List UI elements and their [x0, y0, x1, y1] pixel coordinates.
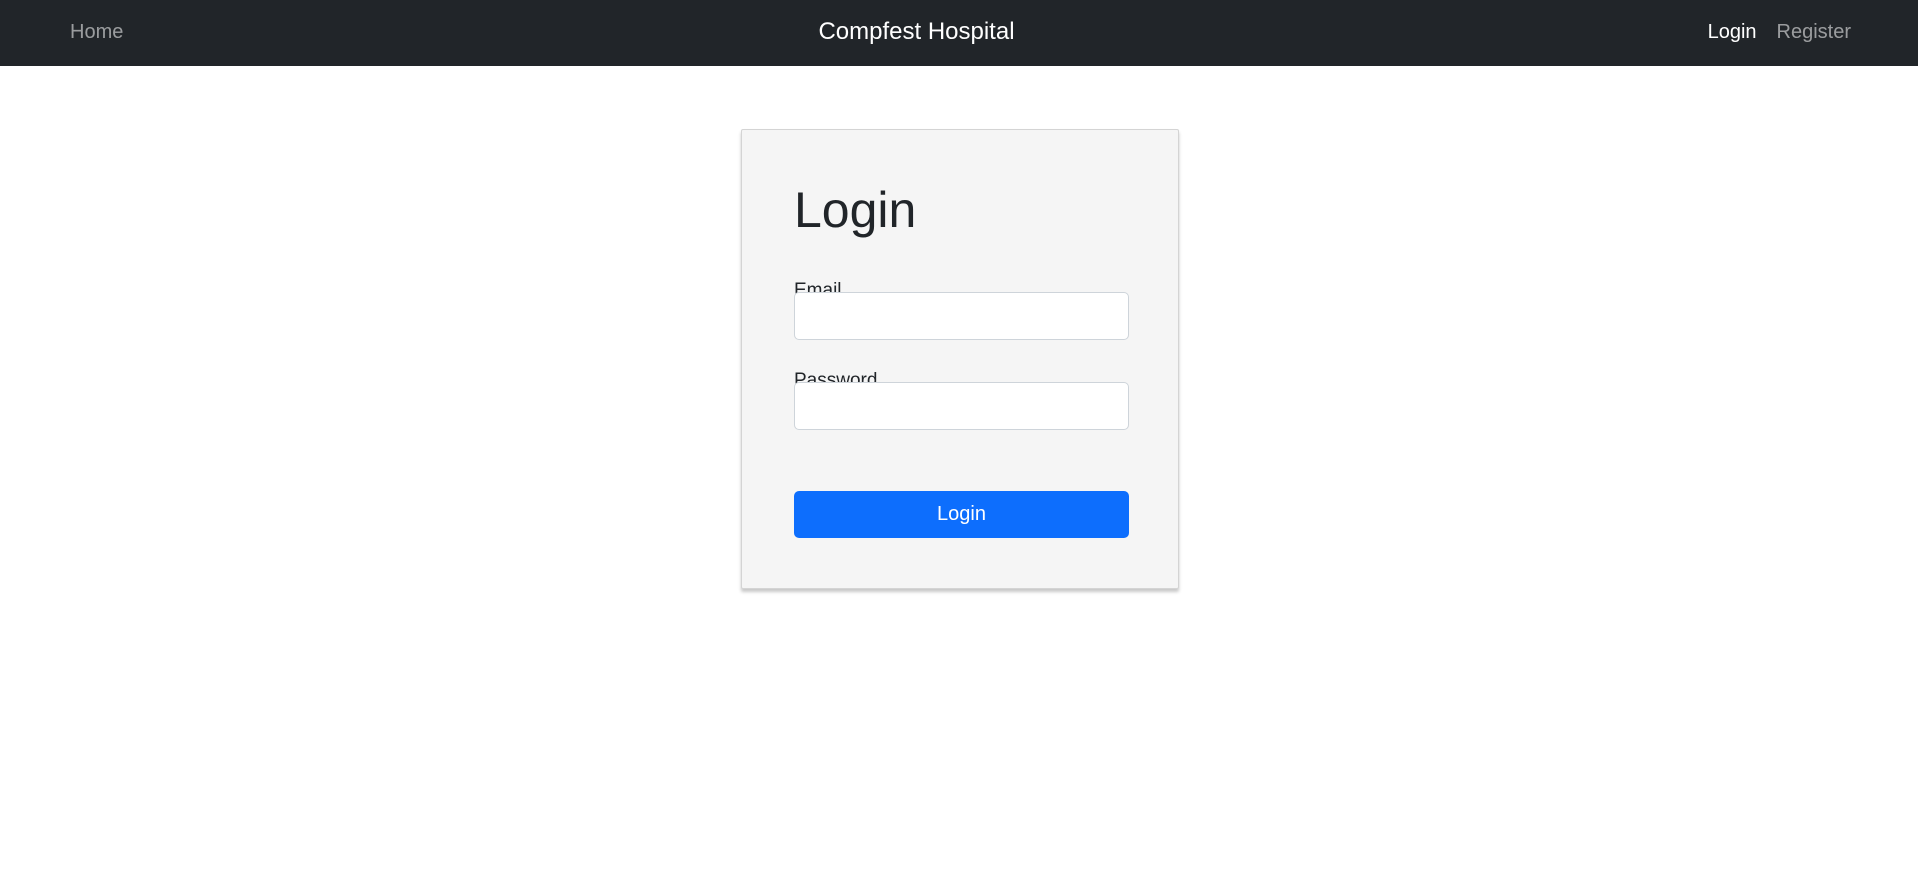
nav-register-link[interactable]: Register [1777, 19, 1851, 45]
nav-login-link[interactable]: Login [1708, 19, 1757, 45]
email-field[interactable] [794, 292, 1129, 340]
login-title: Login [794, 182, 917, 238]
login-submit-button[interactable]: Login [794, 491, 1129, 538]
nav-auth-links: Login Register [1708, 19, 1851, 45]
top-navbar: Home Compfest Hospital Login Register [0, 0, 1918, 66]
login-card: Login Email Password Login [741, 129, 1179, 589]
brand-title[interactable]: Compfest Hospital [0, 17, 1833, 47]
password-field[interactable] [794, 382, 1129, 430]
